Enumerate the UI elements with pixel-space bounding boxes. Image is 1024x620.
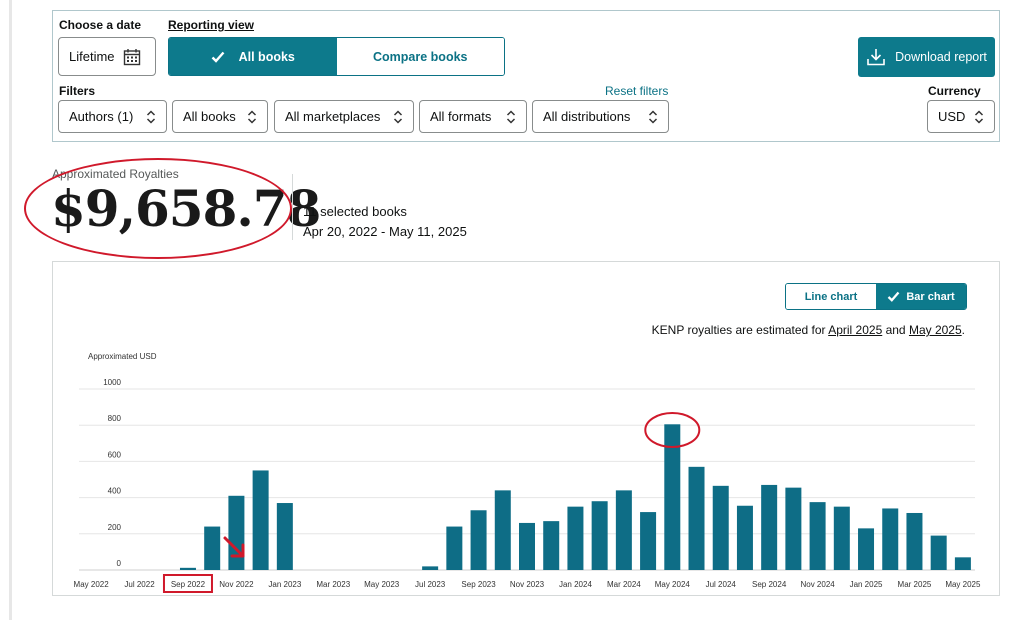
x-tick-label: Jan 2024: [559, 580, 592, 589]
bar-nov-2022: [228, 495, 245, 570]
x-tick-label: Nov 2023: [510, 580, 545, 589]
x-tick-label: May 2022: [74, 580, 110, 589]
bar-aug-2024: [736, 505, 753, 570]
bar-mar-2025: [906, 512, 923, 570]
x-tick-label: Jan 2025: [850, 580, 883, 589]
x-tick-label: Jul 2022: [124, 580, 155, 589]
bar-may-2025: [954, 557, 971, 570]
bar-dec-2024: [833, 506, 850, 570]
royalties-bar-chart: Approximated USD 0 200 400 600 800 1000 May 202…: [74, 352, 981, 593]
bar-sep-2022: [179, 567, 196, 570]
bar-apr-2025: [930, 535, 947, 570]
bar-jan-2024: [567, 506, 584, 570]
bar-sep-2023: [470, 510, 487, 570]
x-tick-label: Sep 2022: [171, 580, 206, 589]
bar-jun-2024: [688, 466, 705, 570]
x-tick-label: Jan 2023: [268, 580, 301, 589]
bar-mar-2024: [615, 490, 632, 570]
y-tick-label: 600: [108, 450, 122, 459]
x-tick-label: Mar 2023: [316, 580, 350, 589]
y-axis-title: Approximated USD: [88, 352, 157, 361]
bar-nov-2024: [809, 502, 826, 570]
bar-jul-2024: [712, 485, 729, 570]
x-tick-label: Jul 2024: [706, 580, 737, 589]
x-tick-label: Nov 2024: [800, 580, 835, 589]
bar-jul-2023: [422, 566, 439, 570]
x-tick-label: May 2025: [945, 580, 981, 589]
bar-oct-2022: [204, 526, 221, 570]
bar-apr-2024: [640, 512, 657, 570]
bar-dec-2023: [543, 521, 560, 570]
bar-aug-2023: [446, 526, 463, 570]
bar-sep-2024: [761, 484, 778, 570]
x-tick-label: Sep 2023: [461, 580, 496, 589]
x-tick-label: Mar 2024: [607, 580, 641, 589]
bar-feb-2024: [591, 501, 608, 570]
x-tick-label: Sep 2024: [752, 580, 787, 589]
x-tick-label: May 2024: [655, 580, 691, 589]
x-tick-label: Nov 2022: [219, 580, 254, 589]
bar-oct-2023: [494, 490, 511, 570]
x-tick-label: May 2023: [364, 580, 400, 589]
y-tick-label: 400: [108, 487, 122, 496]
y-tick-label: 800: [108, 414, 122, 423]
x-tick-label: Mar 2025: [898, 580, 932, 589]
bar-jan-2023: [276, 503, 293, 570]
bar-jan-2025: [858, 528, 875, 570]
bar-dec-2022: [252, 470, 269, 570]
bar-nov-2023: [519, 522, 535, 570]
x-tick-label: Jul 2023: [415, 580, 446, 589]
y-tick-label: 0: [117, 559, 122, 568]
bar-feb-2025: [882, 508, 899, 570]
y-tick-label: 1000: [103, 378, 121, 387]
bar-oct-2024: [785, 487, 802, 570]
y-tick-label: 200: [108, 523, 122, 532]
